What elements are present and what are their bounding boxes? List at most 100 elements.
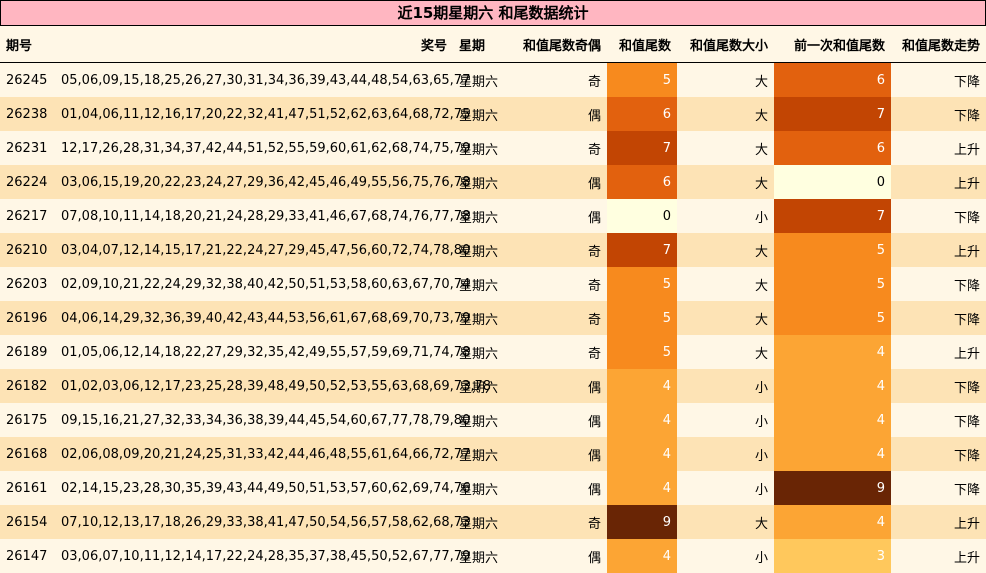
numbers-cell: 03,06,15,19,20,22,23,24,27,29,36,42,45,4… bbox=[61, 174, 471, 190]
trend-cell: 下降 bbox=[953, 210, 980, 226]
tail-cell: 4 bbox=[607, 539, 677, 573]
header-size: 和值尾数大小 bbox=[677, 26, 774, 63]
table-row: 26196 04,06,14,29,32,36,39,40,42,43,44,53… bbox=[0, 301, 986, 335]
parity-cell: 奇 bbox=[587, 74, 601, 90]
table-row: 26210 03,04,07,12,14,15,17,21,22,24,27,29… bbox=[0, 233, 986, 267]
tail-cell: 0 bbox=[607, 199, 677, 233]
table-row: 26147 03,06,07,10,11,12,14,17,22,24,28,35… bbox=[0, 539, 986, 573]
size-cell: 大 bbox=[754, 74, 768, 90]
header-numbers: 奖号 bbox=[55, 26, 453, 63]
prev-tail-cell: 0 bbox=[774, 165, 891, 199]
weekday-cell: 星期六 bbox=[459, 108, 499, 124]
issue-cell: 26175 bbox=[6, 412, 48, 428]
size-cell: 小 bbox=[754, 448, 768, 464]
issue-cell: 26168 bbox=[6, 446, 48, 462]
table-row: 26245 05,06,09,15,18,25,26,27,30,31,34,36… bbox=[0, 62, 986, 97]
issue-cell: 26224 bbox=[6, 174, 48, 190]
weekday-cell: 星期六 bbox=[459, 142, 499, 158]
size-cell: 大 bbox=[754, 346, 768, 362]
parity-cell: 奇 bbox=[587, 142, 601, 158]
parity-cell: 偶 bbox=[587, 448, 601, 464]
table-row: 26224 03,06,15,19,20,22,23,24,27,29,36,42… bbox=[0, 165, 986, 199]
size-cell: 大 bbox=[754, 244, 768, 260]
weekday-cell: 星期六 bbox=[459, 346, 499, 362]
numbers-cell: 01,04,06,11,12,16,17,20,22,32,41,47,51,5… bbox=[61, 106, 471, 122]
trend-cell: 上升 bbox=[953, 142, 980, 158]
weekday-cell: 星期六 bbox=[459, 380, 499, 396]
prev-tail-cell: 5 bbox=[774, 233, 891, 267]
tail-cell: 9 bbox=[607, 505, 677, 539]
weekday-cell: 星期六 bbox=[459, 278, 499, 294]
tail-cell: 4 bbox=[607, 437, 677, 471]
header-prev-tail: 前一次和值尾数 bbox=[774, 26, 891, 63]
tail-cell: 6 bbox=[607, 165, 677, 199]
numbers-cell: 03,04,07,12,14,15,17,21,22,24,27,29,45,4… bbox=[61, 242, 471, 258]
weekday-cell: 星期六 bbox=[459, 414, 499, 430]
trend-cell: 下降 bbox=[953, 74, 980, 90]
issue-cell: 26189 bbox=[6, 344, 48, 360]
parity-cell: 偶 bbox=[587, 414, 601, 430]
size-cell: 大 bbox=[754, 176, 768, 192]
size-cell: 大 bbox=[754, 108, 768, 124]
issue-cell: 26196 bbox=[6, 310, 48, 326]
prev-tail-cell: 4 bbox=[774, 403, 891, 437]
weekday-cell: 星期六 bbox=[459, 312, 499, 328]
numbers-cell: 02,14,15,23,28,30,35,39,43,44,49,50,51,5… bbox=[61, 480, 471, 496]
parity-cell: 偶 bbox=[587, 550, 601, 566]
tail-cell: 5 bbox=[607, 301, 677, 335]
numbers-cell: 07,08,10,11,14,18,20,21,24,28,29,33,41,4… bbox=[61, 208, 471, 224]
parity-cell: 奇 bbox=[587, 278, 601, 294]
trend-cell: 下降 bbox=[953, 380, 980, 396]
numbers-cell: 07,10,12,13,17,18,26,29,33,38,41,47,50,5… bbox=[61, 514, 471, 530]
weekday-cell: 星期六 bbox=[459, 176, 499, 192]
tail-cell: 7 bbox=[607, 131, 677, 165]
table-row: 26182 01,02,03,06,12,17,23,25,28,39,48,49… bbox=[0, 369, 986, 403]
issue-cell: 26231 bbox=[6, 140, 48, 156]
table-row: 26154 07,10,12,13,17,18,26,29,33,38,41,47… bbox=[0, 505, 986, 539]
weekday-cell: 星期六 bbox=[459, 516, 499, 532]
prev-tail-cell: 6 bbox=[774, 62, 891, 97]
prev-tail-cell: 5 bbox=[774, 301, 891, 335]
issue-cell: 26210 bbox=[6, 242, 48, 258]
parity-cell: 奇 bbox=[587, 312, 601, 328]
parity-cell: 偶 bbox=[587, 176, 601, 192]
tail-cell: 5 bbox=[607, 267, 677, 301]
numbers-cell: 02,09,10,21,22,24,29,32,38,40,42,50,51,5… bbox=[61, 276, 471, 292]
trend-cell: 下降 bbox=[953, 278, 980, 294]
table-row: 26217 07,08,10,11,14,18,20,21,24,28,29,33… bbox=[0, 199, 986, 233]
trend-cell: 上升 bbox=[953, 244, 980, 260]
trend-cell: 下降 bbox=[953, 414, 980, 430]
size-cell: 大 bbox=[754, 312, 768, 328]
tail-cell: 5 bbox=[607, 335, 677, 369]
parity-cell: 偶 bbox=[587, 482, 601, 498]
weekday-cell: 星期六 bbox=[459, 550, 499, 566]
issue-cell: 26203 bbox=[6, 276, 48, 292]
prev-tail-cell: 9 bbox=[774, 471, 891, 505]
size-cell: 小 bbox=[754, 414, 768, 430]
numbers-cell: 12,17,26,28,31,34,37,42,44,51,52,55,59,6… bbox=[61, 140, 471, 156]
table-row: 26189 01,05,06,12,14,18,22,27,29,32,35,42… bbox=[0, 335, 986, 369]
stats-table: 期号 奖号 星期 和值尾数奇偶 和值尾数 和值尾数大小 前一次和值尾数 和值尾数… bbox=[0, 26, 986, 573]
header-trend: 和值尾数走势 bbox=[891, 26, 986, 63]
size-cell: 小 bbox=[754, 550, 768, 566]
size-cell: 大 bbox=[754, 142, 768, 158]
numbers-cell: 04,06,14,29,32,36,39,40,42,43,44,53,56,6… bbox=[61, 310, 471, 326]
header-tail: 和值尾数 bbox=[607, 26, 677, 63]
numbers-cell: 01,05,06,12,14,18,22,27,29,32,35,42,49,5… bbox=[61, 344, 471, 360]
parity-cell: 偶 bbox=[587, 210, 601, 226]
issue-cell: 26217 bbox=[6, 208, 48, 224]
prev-tail-cell: 4 bbox=[774, 505, 891, 539]
prev-tail-cell: 7 bbox=[774, 199, 891, 233]
prev-tail-cell: 6 bbox=[774, 131, 891, 165]
tail-cell: 4 bbox=[607, 471, 677, 505]
issue-cell: 26238 bbox=[6, 106, 48, 122]
trend-cell: 下降 bbox=[953, 482, 980, 498]
size-cell: 小 bbox=[754, 482, 768, 498]
table-row: 26231 12,17,26,28,31,34,37,42,44,51,52,55… bbox=[0, 131, 986, 165]
parity-cell: 奇 bbox=[587, 516, 601, 532]
header-issue: 期号 bbox=[0, 26, 55, 63]
tail-cell: 6 bbox=[607, 97, 677, 131]
size-cell: 小 bbox=[754, 380, 768, 396]
table-row: 26175 09,15,16,21,27,32,33,34,36,38,39,44… bbox=[0, 403, 986, 437]
prev-tail-cell: 7 bbox=[774, 97, 891, 131]
